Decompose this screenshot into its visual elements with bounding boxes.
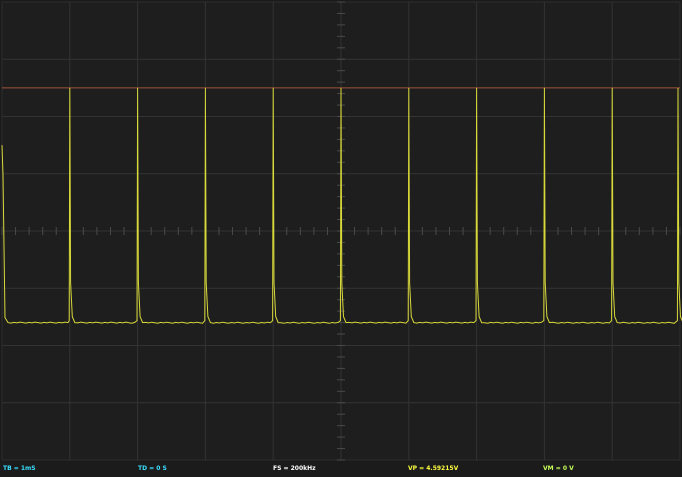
min-voltage-readout: VM = 0 V (543, 465, 574, 472)
timebase-readout: TB = 1mS (3, 465, 36, 472)
peak-voltage-readout: VP = 4.59215V (408, 465, 459, 472)
oscilloscope-display (1, 1, 682, 461)
trigger-delay-readout: TD = 0 S (138, 465, 167, 472)
sample-rate-readout: FS = 200kHz (273, 465, 316, 472)
